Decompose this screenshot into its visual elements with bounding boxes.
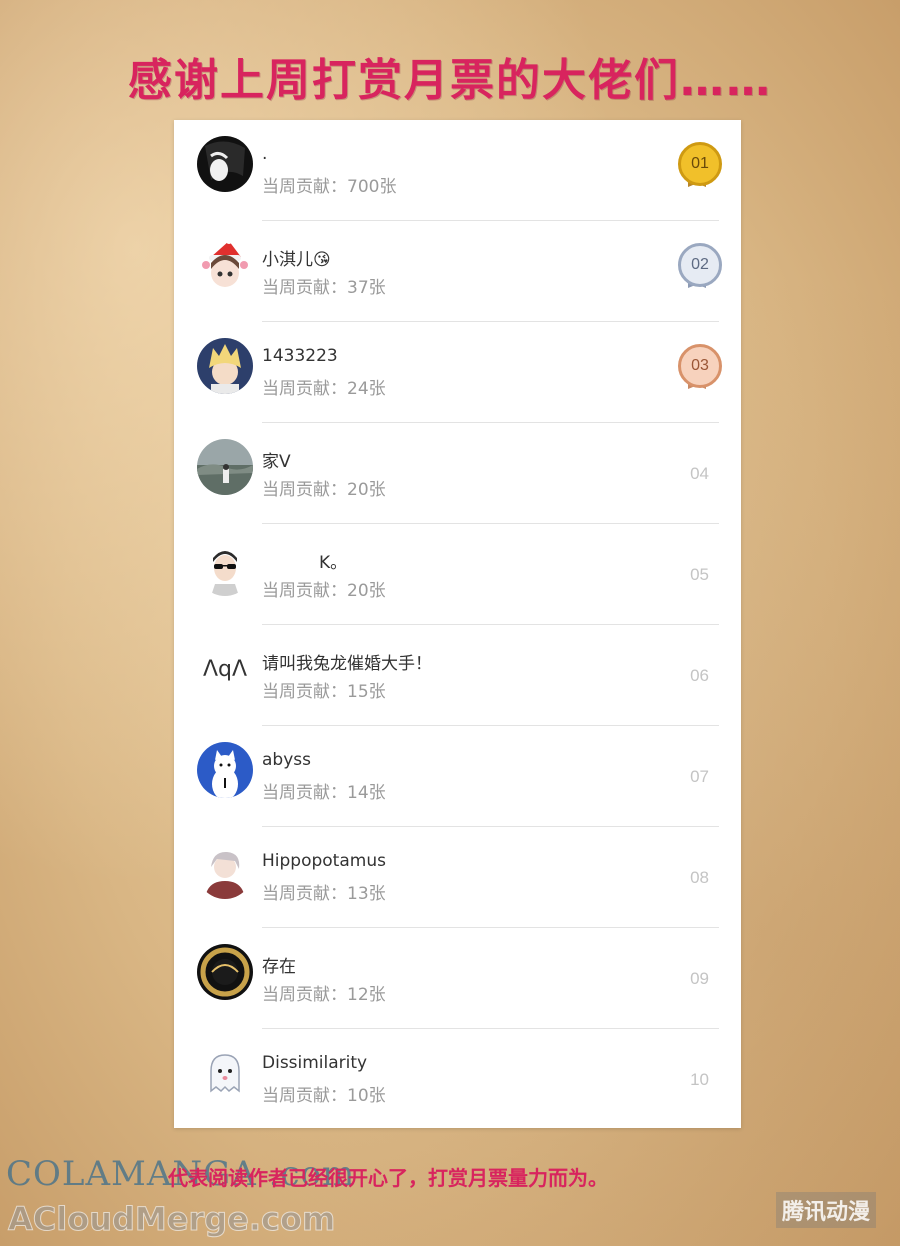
ranking-list: . 当周贡献：700张 01 小淇儿😘 当周贡献：37张 02 1433223 当周贡献：24… [174, 120, 741, 1128]
avatar[interactable] [197, 136, 253, 192]
weekly-contribution: 当周贡献：13张 [262, 884, 386, 904]
list-item[interactable]: ΛqΛ 请叫我兔龙催婚大手！ 当周贡献：15张 06 [174, 625, 741, 726]
weekly-contribution: 当周贡献：37张 [262, 278, 386, 298]
avatar[interactable] [197, 540, 253, 596]
user-name[interactable]: 小淇儿😘 [262, 245, 331, 270]
list-item[interactable]: 存在当周贡献：12张 09 [174, 928, 741, 1029]
rank-number: 04 [690, 464, 709, 483]
rank-number: 09 [690, 969, 709, 988]
list-item[interactable]: . 当周贡献：700张 01 [174, 120, 741, 221]
rank-number: 03 [678, 344, 722, 388]
silver-medal-icon: 02 [677, 243, 722, 291]
bronze-medal-icon: 03 [677, 344, 722, 392]
avatar[interactable] [197, 237, 253, 293]
weekly-contribution: 当周贡献：14张 [262, 783, 386, 803]
gold-medal-icon: 01 [677, 142, 722, 190]
user-name[interactable]: . [262, 144, 267, 164]
rank-number: 05 [690, 565, 709, 584]
weekly-contribution: 当周贡献：700张 [262, 177, 397, 197]
rank-number: 06 [690, 666, 709, 685]
avatar[interactable] [197, 944, 253, 1000]
list-item[interactable]: 家V 当周贡献：20张 04 [174, 423, 741, 524]
avatar[interactable] [197, 742, 253, 798]
weekly-contribution: 当周贡献：20张 [262, 581, 386, 601]
user-name[interactable]: 存在 [262, 952, 296, 977]
user-name[interactable]: Hippopotamus [262, 851, 386, 871]
avatar[interactable] [197, 1045, 253, 1101]
rank-number: 07 [690, 767, 709, 786]
list-item[interactable]: Hippopotamus 当周贡献：13张 08 [174, 827, 741, 928]
user-name[interactable]: 家V [262, 447, 291, 472]
list-item[interactable]: 1433223 当周贡献：24张 03 [174, 322, 741, 423]
page-title: 感谢上周打赏月票的大佬们…… [128, 55, 772, 106]
user-name[interactable]: K。 [319, 548, 347, 573]
list-item[interactable]: Dissimilarity 当周贡献：10张 10 [174, 1029, 741, 1130]
avatar[interactable] [197, 843, 253, 899]
avatar[interactable] [197, 338, 253, 394]
list-item[interactable]: abyss 当周贡献：14张 07 [174, 726, 741, 827]
weekly-contribution: 当周贡献：24张 [262, 379, 386, 399]
rank-number: 01 [678, 142, 722, 186]
user-name[interactable]: 请叫我兔龙催婚大手！ [262, 649, 432, 674]
avatar[interactable]: ΛqΛ [197, 641, 253, 697]
tencent-watermark: 腾讯动漫 [775, 1192, 876, 1228]
user-name[interactable]: Dissimilarity [262, 1053, 367, 1073]
list-item[interactable]: 小淇儿😘 当周贡献：37张 02 [174, 221, 741, 322]
rank-number: 10 [690, 1070, 709, 1089]
weekly-contribution: 当周贡献：10张 [262, 1086, 386, 1106]
acloudmerge-watermark: ACloudMerge.com [7, 1200, 336, 1239]
footer-note: 代表阅读作者已经很开心了，打赏月票量力而为。 [168, 1166, 608, 1190]
user-name[interactable]: abyss [262, 750, 311, 770]
rank-number: 02 [678, 243, 722, 287]
avatar[interactable] [197, 439, 253, 495]
rank-number: 08 [690, 868, 709, 887]
weekly-contribution: 当周贡献：15张 [262, 682, 386, 702]
user-name[interactable]: 1433223 [262, 346, 338, 366]
weekly-contribution: 当周贡献：12张 [262, 985, 386, 1005]
weekly-contribution: 当周贡献：20张 [262, 480, 386, 500]
list-item[interactable]: K。当周贡献：20张 05 [174, 524, 741, 625]
